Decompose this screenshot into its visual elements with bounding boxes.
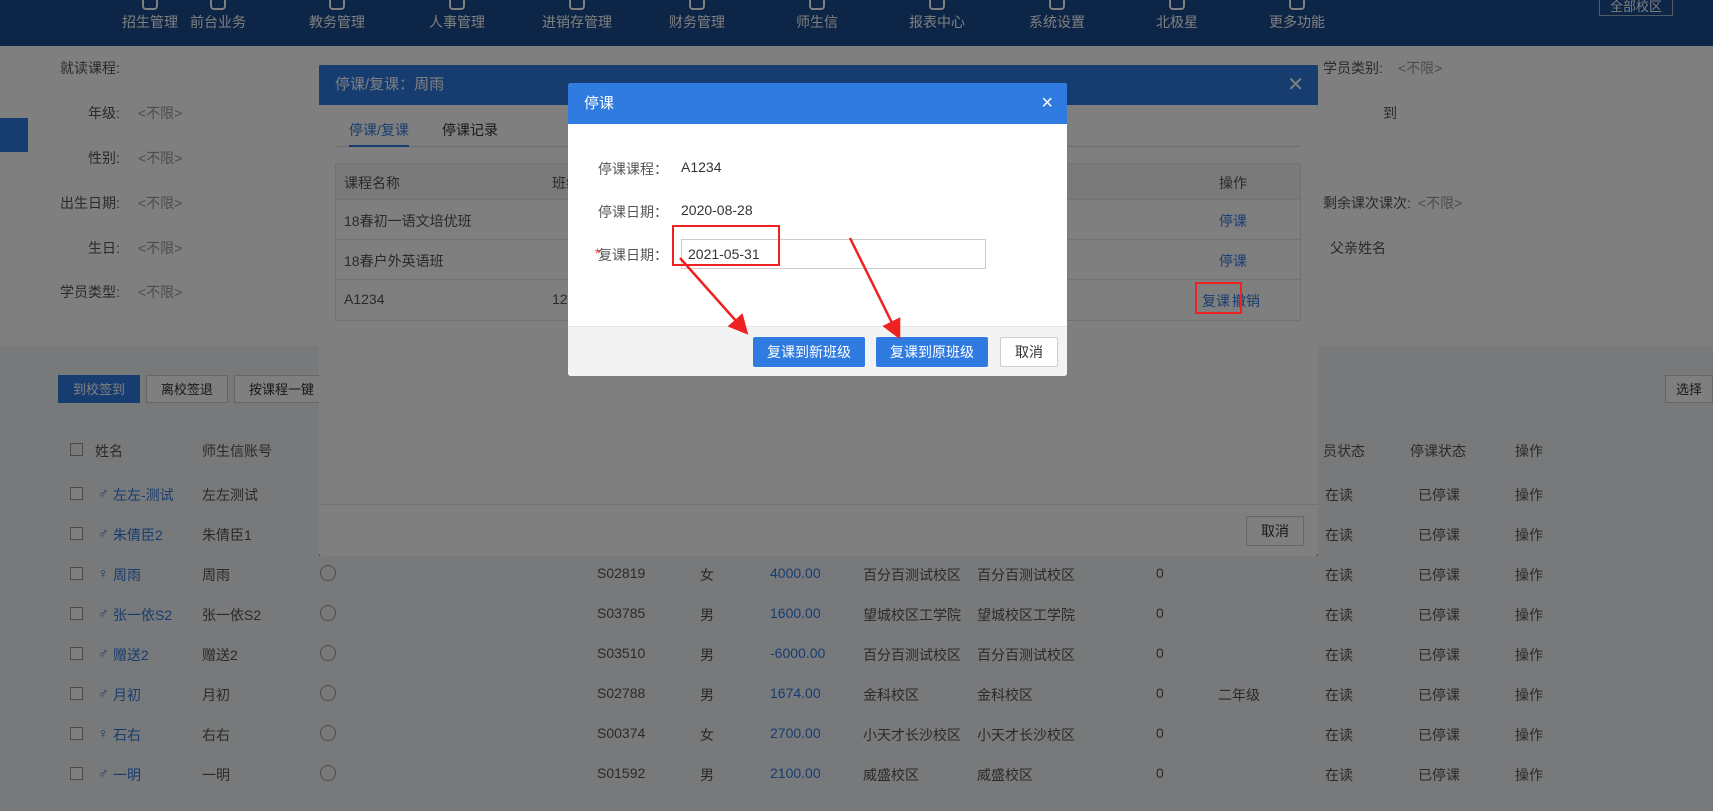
resume-date-label: 复课日期：	[598, 247, 668, 263]
cancel-button[interactable]: 取消	[1000, 337, 1058, 367]
suspend-date-label: 停课日期：	[598, 204, 668, 220]
resume-original-class-button[interactable]: 复课到原班级	[876, 337, 988, 367]
dialog-footer: 复课到新班级 复课到原班级 取消	[568, 326, 1067, 376]
annotation-highlight-resume	[1195, 282, 1242, 314]
suspend-date-value: 2020-08-28	[681, 202, 753, 218]
close-icon[interactable]: ×	[1041, 83, 1053, 124]
annotation-highlight-date	[672, 225, 780, 266]
dialog-header: 停课 ×	[568, 83, 1067, 124]
dialog-title: 停课	[584, 95, 615, 112]
resume-new-class-button[interactable]: 复课到新班级	[753, 337, 865, 367]
resume-date-row: * 复课日期： 2021-05-31	[568, 239, 1067, 269]
app-root: 招生管理 前台业务 教务管理 人事管理 进销存管理 财务管理 师生信 报表中心 …	[0, 0, 1713, 811]
suspend-date-row: 停课日期： 2020-08-28	[568, 196, 1067, 226]
suspend-course-label: 停课课程：	[598, 161, 668, 177]
suspend-course-row: 停课课程： A1234	[568, 153, 1067, 183]
suspend-dialog: 停课 × 停课课程： A1234 停课日期： 2020-08-28 * 复课日期…	[568, 83, 1067, 376]
suspend-course-value: A1234	[681, 159, 722, 175]
